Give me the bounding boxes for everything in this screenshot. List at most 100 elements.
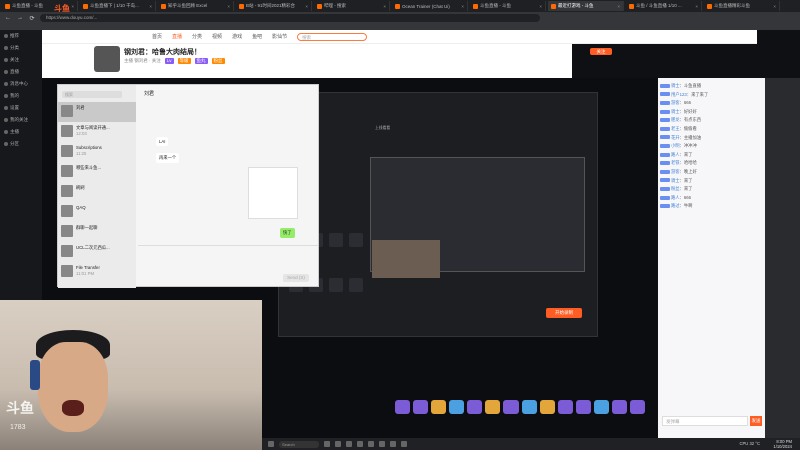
chat-username[interactable]: 老铁 — [671, 160, 680, 165]
wechat-search-input[interactable]: 搜索 — [62, 91, 122, 98]
page-scrollbar[interactable] — [765, 78, 800, 450]
close-tab-icon[interactable]: × — [383, 4, 386, 9]
app-icon[interactable] — [346, 441, 352, 447]
gift-icon[interactable] — [593, 400, 609, 414]
chat-username[interactable]: 游客 — [671, 169, 680, 174]
close-tab-icon[interactable]: × — [71, 4, 74, 9]
wechat-conversation-item[interactable]: 刘君 — [58, 102, 136, 122]
gift-icon[interactable] — [575, 400, 591, 414]
taskbar-search-input[interactable]: Search — [279, 440, 319, 448]
wechat-conversation-item[interactable]: 哪些来斗鱼... — [58, 162, 136, 182]
obs-tool-icon[interactable] — [349, 278, 363, 292]
gift-icon[interactable] — [449, 400, 465, 414]
browser-tab[interactable]: 斗鱼直播 - 斗鱼 × — [470, 1, 546, 11]
close-tab-icon[interactable]: × — [695, 4, 698, 9]
gift-icon[interactable] — [539, 400, 555, 414]
qr-code-image[interactable] — [248, 167, 298, 219]
app-icon[interactable] — [335, 441, 341, 447]
close-tab-icon[interactable]: × — [617, 4, 620, 9]
gift-icon[interactable] — [485, 400, 501, 414]
close-tab-icon[interactable]: × — [461, 4, 464, 9]
site-logo[interactable]: 斗鱼 — [54, 3, 70, 14]
site-nav-link[interactable]: 首页 — [152, 33, 162, 40]
chat-username[interactable]: 骑士 — [671, 178, 680, 183]
chat-username[interactable]: 小明 — [671, 143, 680, 148]
site-nav-link[interactable]: 视频 — [212, 33, 222, 40]
left-nav-item[interactable]: 我的 — [0, 90, 42, 102]
wechat-conversation-item[interactable]: 文章与阅读开通... 12:03 — [58, 122, 136, 142]
left-nav-item[interactable]: 消息中心 — [0, 78, 42, 90]
gift-icon[interactable] — [557, 400, 573, 414]
browser-tab[interactable]: 最近打游戏 - 斗鱼 × — [548, 1, 624, 11]
gift-icon[interactable] — [630, 400, 646, 414]
back-icon[interactable]: ← — [4, 15, 12, 21]
forward-icon[interactable]: → — [16, 15, 24, 21]
browser-tab[interactable]: 斗鱼 / 斗鱼直播 1/10 ... × — [626, 1, 702, 11]
site-nav-link[interactable]: 鱼吧 — [252, 33, 262, 40]
chat-username[interactable]: 路过 — [671, 203, 680, 208]
chat-username[interactable]: 老王 — [671, 126, 680, 131]
obs-tool-icon[interactable] — [329, 233, 343, 247]
chat-username[interactable]: 粉丝 — [671, 186, 680, 191]
left-nav-item[interactable]: 推荐 — [0, 30, 42, 42]
app-icon[interactable] — [390, 441, 396, 447]
gift-icon[interactable] — [395, 400, 411, 414]
site-nav-link[interactable]: 分类 — [192, 33, 202, 40]
gift-icon[interactable] — [503, 400, 519, 414]
gift-icon[interactable] — [611, 400, 628, 414]
wechat-conversation-item[interactable]: UCL二次元西瓜... — [58, 242, 136, 262]
host-line[interactable]: 主播 钢刘君 · 关注 — [124, 58, 161, 64]
left-nav-item[interactable]: 关注 — [0, 54, 42, 66]
url-field[interactable]: https://www.douyu.com/... — [40, 14, 540, 22]
browser-tab[interactable]: 斗鱼直播精彩斗鱼 × — [704, 1, 780, 11]
close-tab-icon[interactable]: × — [305, 4, 308, 9]
close-tab-icon[interactable]: × — [227, 4, 230, 9]
left-nav-item[interactable]: 分区 — [0, 138, 42, 150]
browser-tab[interactable]: Ocean Trainer (Chat Ui) × — [392, 1, 468, 11]
windows-start-icon[interactable] — [268, 441, 274, 447]
system-clock[interactable]: 8:00 PM 1/10/2024 — [773, 439, 792, 449]
wechat-conversation-item[interactable]: 群聊一起聊 — [58, 222, 136, 242]
app-icon[interactable] — [357, 441, 363, 447]
gift-icon[interactable] — [413, 400, 429, 414]
chat-username[interactable]: 用户123 — [671, 92, 687, 97]
left-nav-item[interactable]: 分类 — [0, 42, 42, 54]
avatar[interactable] — [94, 46, 120, 72]
browser-tab[interactable]: 哔哩 - 搜索 × — [314, 1, 390, 11]
site-nav-link[interactable]: 影仙节 — [272, 33, 287, 40]
browser-tab[interactable]: B站 - 91时间2021精彩合 × — [236, 1, 312, 11]
app-icon[interactable] — [379, 441, 385, 447]
record-button[interactable]: 开始录制 — [546, 308, 582, 318]
chat-input[interactable]: 发弹幕 — [662, 416, 748, 426]
gift-icon[interactable] — [521, 400, 537, 414]
app-icon[interactable] — [324, 441, 330, 447]
left-nav-item[interactable]: 主播 — [0, 126, 42, 138]
chat-username[interactable]: 游客 — [671, 100, 680, 105]
wechat-conversation-item[interactable]: File Transfer 11:01 PM — [58, 262, 136, 282]
chat-username[interactable]: 肥龙 — [671, 117, 680, 122]
obs-tool-icon[interactable] — [329, 278, 343, 292]
site-search-input[interactable]: 搜索 — [297, 32, 368, 41]
app-icon[interactable] — [401, 441, 407, 447]
chat-send-button[interactable]: 发送 — [750, 416, 762, 426]
wechat-send-button[interactable]: Send (S) — [283, 274, 309, 282]
left-nav-item[interactable]: 我的关注 — [0, 114, 42, 126]
app-icon[interactable] — [368, 441, 374, 447]
wechat-conversation-item[interactable]: 刷刷 — [58, 182, 136, 202]
wechat-conversation-item[interactable]: Subscriptions 11:25 — [58, 142, 136, 162]
wechat-conversation-item[interactable]: QAQ — [58, 202, 136, 222]
gift-icon[interactable] — [467, 400, 483, 414]
chat-username[interactable]: 路人 — [671, 152, 680, 157]
obs-tool-icon[interactable] — [349, 233, 363, 247]
site-nav-link[interactable]: 游戏 — [232, 33, 242, 40]
left-nav-item[interactable]: 设置 — [0, 102, 42, 114]
close-tab-icon[interactable]: × — [539, 4, 542, 9]
gift-icon[interactable] — [431, 400, 447, 414]
chat-username[interactable]: 骑士 — [671, 83, 680, 88]
chat-username[interactable]: 路人 — [671, 195, 680, 200]
browser-tab[interactable]: 斗鱼直播下 | 1/10 千岛... × — [80, 1, 156, 11]
site-nav-link[interactable]: 直播 — [172, 33, 182, 40]
follow-button[interactable]: 关注 — [590, 48, 612, 55]
close-tab-icon[interactable]: × — [149, 4, 152, 9]
chat-username[interactable]: 花开 — [671, 135, 680, 140]
